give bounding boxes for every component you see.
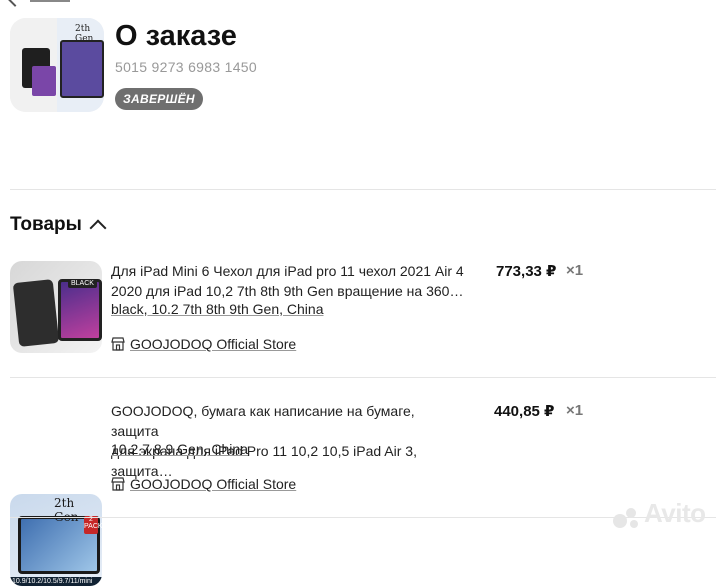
product-title-line: 2020 для iPad 10,2 7th 8th 9th Gen враще… [111, 283, 464, 299]
thumbnail-case-image [10, 18, 57, 112]
divider [10, 517, 716, 518]
section-title-products[interactable]: Товары [10, 214, 82, 236]
page-title: О заказе [115, 20, 237, 52]
product-image-badge: 2 PACK [84, 516, 102, 534]
product-image-footer: 10.9/10.2/10.5/9.7/11/mini [10, 577, 102, 586]
product-variant-link[interactable]: black, 10.2 7th 8th 9th Gen, China [111, 301, 323, 317]
watermark-text: Avito [644, 498, 706, 528]
thumbnail-film-image: 2th Gen [57, 18, 104, 112]
top-divider-fragment [30, 0, 70, 2]
product-image-label: BLACK [68, 279, 97, 288]
back-arrow-icon[interactable] [5, 0, 25, 7]
store-icon [111, 477, 125, 491]
product-title-line: Для iPad Mini 6 Чехол для iPad pro 11 че… [111, 263, 464, 279]
product-image[interactable]: BLACK [10, 261, 102, 353]
divider [10, 189, 716, 190]
product-image[interactable]: 2th Gen 2 PACK 10.9/10.2/10.5/9.7/11/min… [10, 494, 102, 586]
product-variant-link[interactable]: 10.2 7 8 9 Gen, China [111, 441, 248, 457]
order-thumbnail: 2th Gen [10, 18, 104, 112]
product-quantity: ×1 [566, 402, 584, 419]
product-price: 773,33 ₽ [496, 263, 557, 280]
chevron-up-icon[interactable] [89, 219, 107, 237]
product-title-line: GOOJODOQ, бумага как написание на бумаге… [111, 403, 415, 439]
divider [10, 377, 716, 378]
avito-logo-icon [613, 508, 638, 528]
product-title[interactable]: Для iPad Mini 6 Чехол для iPad pro 11 че… [111, 261, 466, 301]
store-link[interactable]: GOOJODOQ Official Store [130, 336, 296, 352]
product-price: 440,85 ₽ [494, 403, 555, 420]
thumbnail-caption: 2th Gen [75, 24, 94, 44]
store-icon [111, 337, 125, 351]
store-link[interactable]: GOOJODOQ Official Store [130, 476, 296, 492]
status-badge: ЗАВЕРШЁН [115, 88, 203, 110]
order-number: 5015 9273 6983 1450 [115, 59, 257, 75]
product-quantity: ×1 [566, 262, 584, 279]
